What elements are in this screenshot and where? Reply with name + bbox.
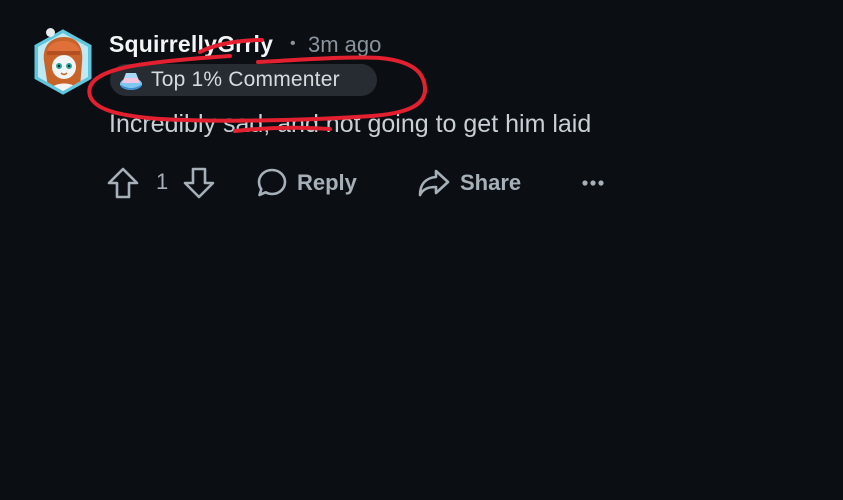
commenter-badge-icon (119, 69, 143, 91)
reply-bubble-icon (257, 168, 287, 197)
comment-page: SquirrellyGrrly • 3m ago Top 1% Commente… (0, 0, 843, 500)
user-flair: Top 1% Commenter (110, 64, 377, 96)
more-options-icon (582, 180, 604, 186)
downvote-arrow-icon (183, 167, 215, 199)
vote-count: 1 (156, 169, 169, 194)
comment-body: Incredibly sad, and not going to get him… (109, 110, 592, 138)
more-options-button[interactable] (581, 163, 605, 203)
downvote-button[interactable] (182, 163, 216, 203)
avatar-icon (34, 29, 92, 95)
online-dot-icon (46, 28, 55, 37)
upvote-arrow-icon (107, 167, 139, 199)
reply-label: Reply (297, 170, 357, 195)
user-avatar[interactable] (30, 25, 96, 97)
share-arrow-icon (418, 169, 450, 197)
comment-actions: 1 Reply Share (106, 163, 626, 203)
meta-separator: • (290, 35, 296, 52)
share-label: Share (460, 170, 522, 195)
username[interactable]: SquirrellyGrrly (109, 31, 273, 58)
reply-button[interactable]: Reply (256, 163, 357, 203)
upvote-button[interactable] (106, 163, 140, 203)
share-button[interactable]: Share (417, 163, 521, 203)
flair-label: Top 1% Commenter (151, 68, 340, 91)
comment-timestamp: 3m ago (308, 32, 382, 57)
